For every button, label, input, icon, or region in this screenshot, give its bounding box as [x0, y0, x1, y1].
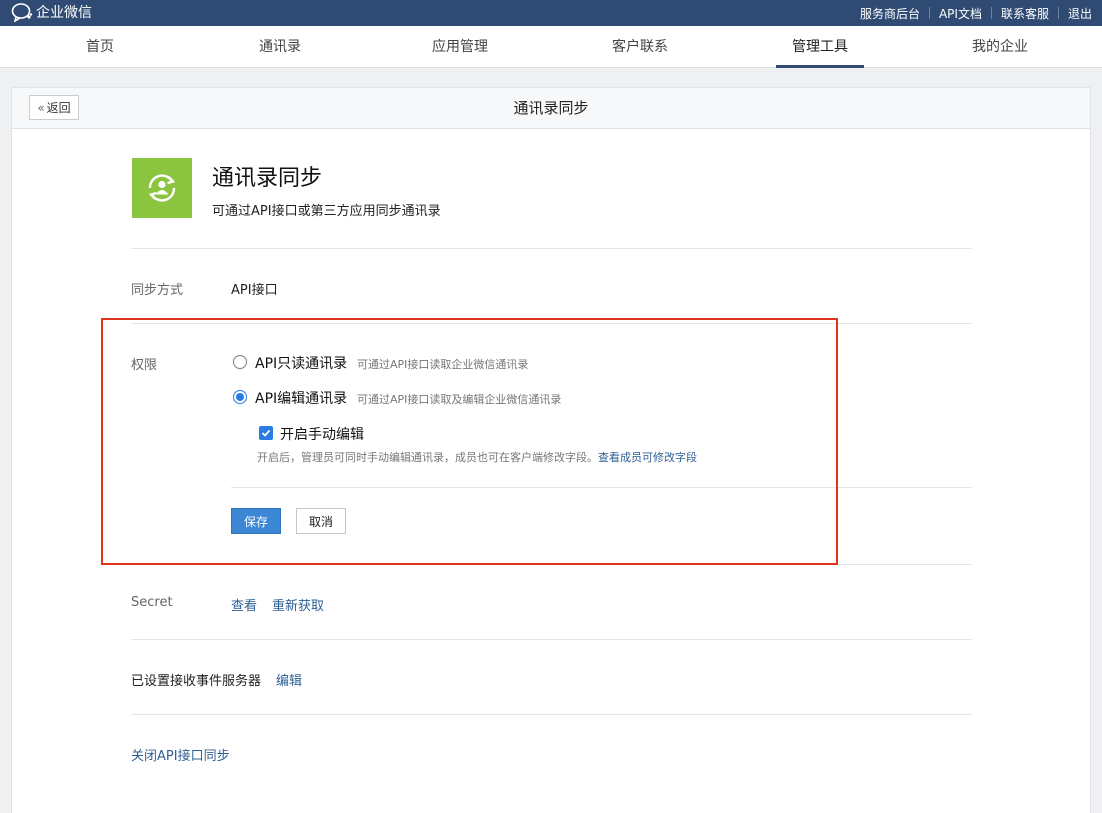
divider	[131, 714, 972, 715]
api-docs-link[interactable]: API文档	[939, 5, 982, 22]
app-name: 通讯录同步	[212, 166, 323, 191]
divider	[131, 323, 972, 324]
app-icon	[132, 158, 192, 218]
edit-event-server-link[interactable]: 编辑	[276, 670, 302, 689]
readonly-option-hint: 可通过API接口读取企业微信通讯录	[357, 358, 529, 371]
secret-label: Secret	[131, 595, 173, 610]
save-button[interactable]: 保存	[231, 508, 281, 534]
double-chevron-left-icon: «	[37, 100, 45, 115]
manual-edit-checkbox[interactable]	[259, 426, 273, 440]
nav-item-my-company[interactable]: 我的企业	[972, 26, 1028, 68]
nav-item-apps[interactable]: 应用管理	[432, 26, 488, 68]
cancel-button[interactable]: 取消	[296, 508, 346, 534]
editable-fields-link[interactable]: 查看成员可修改字段	[598, 451, 697, 464]
divider	[131, 564, 972, 565]
back-button-label: 返回	[46, 101, 71, 115]
nav-item-admin-tools[interactable]: 管理工具	[776, 26, 864, 68]
divider	[131, 248, 972, 249]
readonly-option-label[interactable]: API只读通讯录	[255, 353, 347, 373]
top-links: 服务商后台 API文档 联系客服 退出	[860, 0, 1092, 26]
close-api-sync-link[interactable]: 关闭API接口同步	[131, 745, 230, 764]
content-panel: 通讯录同步 « 返回 通讯录同步 可通过API接口或第三方应用同步通讯录 同步方…	[11, 87, 1091, 813]
back-button[interactable]: « 返回	[29, 95, 79, 120]
divider	[131, 639, 972, 640]
readonly-radio[interactable]	[233, 355, 247, 369]
edit-radio[interactable]	[233, 390, 247, 404]
provider-console-link[interactable]: 服务商后台	[860, 5, 920, 22]
manual-edit-note: 开启后，管理员可同时手动编辑通讯录，成员也可在客户端修改字段。查看成员可修改字段	[257, 449, 697, 465]
event-server-label: 已设置接收事件服务器	[131, 674, 262, 689]
app-description: 可通过API接口或第三方应用同步通讯录	[212, 204, 441, 219]
divider	[231, 487, 972, 488]
nav-item-home[interactable]: 首页	[86, 26, 114, 68]
divider	[1057, 7, 1059, 19]
refresh-secret-link[interactable]: 重新获取	[272, 595, 324, 614]
edit-option-label[interactable]: API编辑通讯录	[255, 388, 347, 408]
edit-option-hint: 可通过API接口读取及编辑企业微信通讯录	[357, 393, 562, 406]
brand-name: 企业微信	[36, 5, 92, 21]
contact-support-link[interactable]: 联系客服	[1001, 5, 1049, 22]
check-icon	[261, 429, 271, 437]
manual-edit-label[interactable]: 开启手动编辑	[280, 424, 364, 444]
manual-edit-note-text: 开启后，管理员可同时手动编辑通讯录，成员也可在客户端修改字段。	[257, 451, 598, 464]
brand[interactable]: 企业微信	[11, 2, 92, 22]
panel-header: 通讯录同步 « 返回	[12, 88, 1090, 129]
view-secret-link[interactable]: 查看	[231, 595, 257, 614]
divider	[928, 7, 930, 19]
page-title: 通讯录同步	[513, 99, 589, 117]
top-bar: 企业微信 服务商后台 API文档 联系客服 退出	[0, 0, 1102, 26]
nav-item-contacts[interactable]: 通讯录	[259, 26, 301, 68]
divider	[990, 7, 992, 19]
sync-mode-label: 同步方式	[131, 283, 184, 298]
permission-label: 权限	[131, 358, 158, 373]
wecom-logo-icon	[11, 3, 33, 22]
nav-item-customer-contact[interactable]: 客户联系	[612, 26, 668, 68]
sync-contacts-icon	[148, 174, 176, 202]
main-nav: 首页 通讯录 应用管理 客户联系 管理工具 我的企业	[0, 26, 1102, 68]
logout-link[interactable]: 退出	[1068, 5, 1092, 22]
sync-mode-value: API接口	[231, 283, 278, 298]
